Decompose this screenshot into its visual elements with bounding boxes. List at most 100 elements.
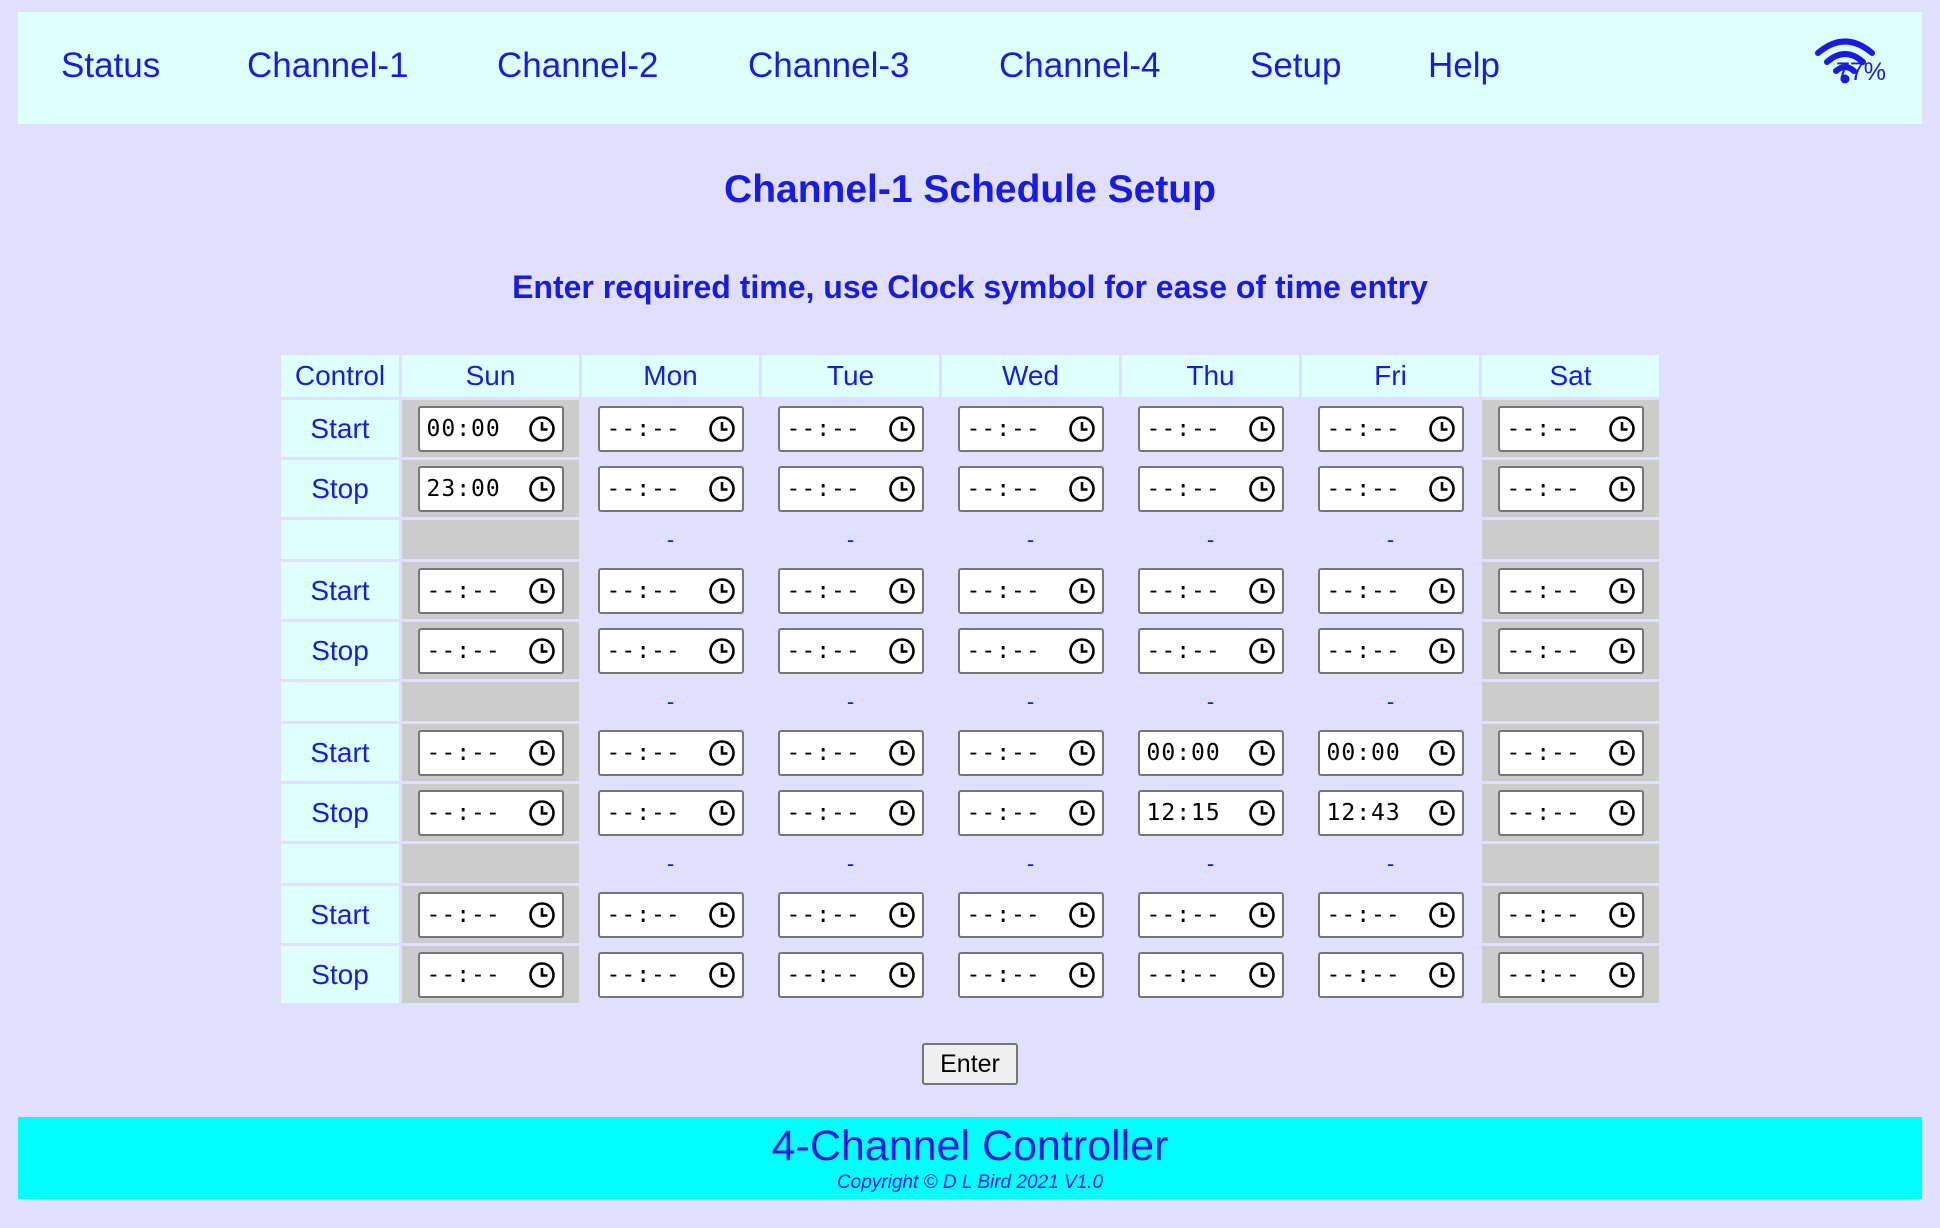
clock-icon[interactable] bbox=[887, 636, 917, 666]
stop-time-input-wed[interactable]: --:-- bbox=[957, 951, 1104, 998]
start-time-input-sun[interactable]: --:-- bbox=[417, 729, 564, 776]
clock-icon[interactable] bbox=[1607, 960, 1637, 990]
clock-icon[interactable] bbox=[527, 414, 557, 444]
clock-icon[interactable] bbox=[1607, 900, 1637, 930]
clock-icon[interactable] bbox=[1247, 900, 1277, 930]
clock-icon[interactable] bbox=[707, 474, 737, 504]
clock-icon[interactable] bbox=[887, 414, 917, 444]
start-time-input-sat[interactable]: --:-- bbox=[1497, 891, 1644, 938]
clock-icon[interactable] bbox=[527, 900, 557, 930]
stop-time-input-sun[interactable]: --:-- bbox=[417, 951, 564, 998]
stop-time-input-sat[interactable]: --:-- bbox=[1497, 951, 1644, 998]
start-time-input-tue[interactable]: --:-- bbox=[777, 891, 924, 938]
stop-time-input-mon[interactable]: --:-- bbox=[597, 627, 744, 674]
clock-icon[interactable] bbox=[527, 960, 557, 990]
clock-icon[interactable] bbox=[707, 960, 737, 990]
stop-time-input-wed[interactable]: --:-- bbox=[957, 465, 1104, 512]
stop-time-input-sun[interactable]: 23:00 bbox=[417, 465, 564, 512]
start-time-input-mon[interactable]: --:-- bbox=[597, 567, 744, 614]
clock-icon[interactable] bbox=[527, 636, 557, 666]
stop-time-input-mon[interactable]: --:-- bbox=[597, 465, 744, 512]
clock-icon[interactable] bbox=[1067, 474, 1097, 504]
start-time-input-tue[interactable]: --:-- bbox=[777, 405, 924, 452]
clock-icon[interactable] bbox=[1427, 738, 1457, 768]
start-time-input-thu[interactable]: --:-- bbox=[1137, 567, 1284, 614]
clock-icon[interactable] bbox=[1247, 960, 1277, 990]
start-time-input-sat[interactable]: --:-- bbox=[1497, 405, 1644, 452]
stop-time-input-fri[interactable]: --:-- bbox=[1317, 465, 1464, 512]
clock-icon[interactable] bbox=[887, 474, 917, 504]
clock-icon[interactable] bbox=[1607, 798, 1637, 828]
clock-icon[interactable] bbox=[1067, 738, 1097, 768]
stop-time-input-tue[interactable]: --:-- bbox=[777, 789, 924, 836]
nav-channel-3[interactable]: Channel-3 bbox=[748, 12, 910, 120]
start-time-input-wed[interactable]: --:-- bbox=[957, 729, 1104, 776]
clock-icon[interactable] bbox=[707, 636, 737, 666]
stop-time-input-tue[interactable]: --:-- bbox=[777, 465, 924, 512]
start-time-input-sun[interactable]: --:-- bbox=[417, 891, 564, 938]
nav-channel-4[interactable]: Channel-4 bbox=[999, 12, 1161, 120]
clock-icon[interactable] bbox=[527, 576, 557, 606]
clock-icon[interactable] bbox=[1607, 474, 1637, 504]
clock-icon[interactable] bbox=[707, 576, 737, 606]
start-time-input-tue[interactable]: --:-- bbox=[777, 729, 924, 776]
clock-icon[interactable] bbox=[887, 576, 917, 606]
clock-icon[interactable] bbox=[1247, 636, 1277, 666]
clock-icon[interactable] bbox=[887, 798, 917, 828]
enter-button[interactable]: Enter bbox=[922, 1043, 1018, 1085]
clock-icon[interactable] bbox=[1247, 738, 1277, 768]
start-time-input-fri[interactable]: --:-- bbox=[1317, 567, 1464, 614]
clock-icon[interactable] bbox=[1427, 960, 1457, 990]
stop-time-input-wed[interactable]: --:-- bbox=[957, 627, 1104, 674]
start-time-input-sat[interactable]: --:-- bbox=[1497, 729, 1644, 776]
clock-icon[interactable] bbox=[1067, 900, 1097, 930]
clock-icon[interactable] bbox=[527, 798, 557, 828]
nav-channel-2[interactable]: Channel-2 bbox=[497, 12, 659, 120]
start-time-input-sat[interactable]: --:-- bbox=[1497, 567, 1644, 614]
start-time-input-fri[interactable]: --:-- bbox=[1317, 405, 1464, 452]
start-time-input-mon[interactable]: --:-- bbox=[597, 891, 744, 938]
stop-time-input-fri[interactable]: --:-- bbox=[1317, 627, 1464, 674]
clock-icon[interactable] bbox=[1067, 960, 1097, 990]
clock-icon[interactable] bbox=[1247, 798, 1277, 828]
stop-time-input-thu[interactable]: --:-- bbox=[1137, 627, 1284, 674]
clock-icon[interactable] bbox=[887, 900, 917, 930]
start-time-input-thu[interactable]: 00:00 bbox=[1137, 729, 1284, 776]
start-time-input-thu[interactable]: --:-- bbox=[1137, 891, 1284, 938]
clock-icon[interactable] bbox=[707, 738, 737, 768]
clock-icon[interactable] bbox=[1427, 474, 1457, 504]
nav-help[interactable]: Help bbox=[1428, 12, 1500, 120]
start-time-input-fri[interactable]: 00:00 bbox=[1317, 729, 1464, 776]
clock-icon[interactable] bbox=[1607, 738, 1637, 768]
stop-time-input-sat[interactable]: --:-- bbox=[1497, 465, 1644, 512]
nav-status[interactable]: Status bbox=[61, 12, 160, 120]
stop-time-input-sun[interactable]: --:-- bbox=[417, 789, 564, 836]
stop-time-input-tue[interactable]: --:-- bbox=[777, 627, 924, 674]
start-time-input-thu[interactable]: --:-- bbox=[1137, 405, 1284, 452]
start-time-input-mon[interactable]: --:-- bbox=[597, 405, 744, 452]
clock-icon[interactable] bbox=[887, 960, 917, 990]
clock-icon[interactable] bbox=[1247, 576, 1277, 606]
stop-time-input-thu[interactable]: --:-- bbox=[1137, 951, 1284, 998]
clock-icon[interactable] bbox=[1427, 636, 1457, 666]
stop-time-input-thu[interactable]: --:-- bbox=[1137, 465, 1284, 512]
nav-channel-1[interactable]: Channel-1 bbox=[247, 12, 409, 120]
stop-time-input-fri[interactable]: --:-- bbox=[1317, 951, 1464, 998]
start-time-input-sun[interactable]: 00:00 bbox=[417, 405, 564, 452]
nav-setup[interactable]: Setup bbox=[1250, 12, 1341, 120]
clock-icon[interactable] bbox=[707, 414, 737, 444]
clock-icon[interactable] bbox=[1427, 576, 1457, 606]
clock-icon[interactable] bbox=[1247, 474, 1277, 504]
clock-icon[interactable] bbox=[707, 900, 737, 930]
clock-icon[interactable] bbox=[1067, 798, 1097, 828]
clock-icon[interactable] bbox=[1607, 414, 1637, 444]
clock-icon[interactable] bbox=[1427, 798, 1457, 828]
stop-time-input-tue[interactable]: --:-- bbox=[777, 951, 924, 998]
clock-icon[interactable] bbox=[707, 798, 737, 828]
start-time-input-sun[interactable]: --:-- bbox=[417, 567, 564, 614]
stop-time-input-sat[interactable]: --:-- bbox=[1497, 789, 1644, 836]
clock-icon[interactable] bbox=[1427, 900, 1457, 930]
start-time-input-wed[interactable]: --:-- bbox=[957, 891, 1104, 938]
stop-time-input-wed[interactable]: --:-- bbox=[957, 789, 1104, 836]
start-time-input-mon[interactable]: --:-- bbox=[597, 729, 744, 776]
